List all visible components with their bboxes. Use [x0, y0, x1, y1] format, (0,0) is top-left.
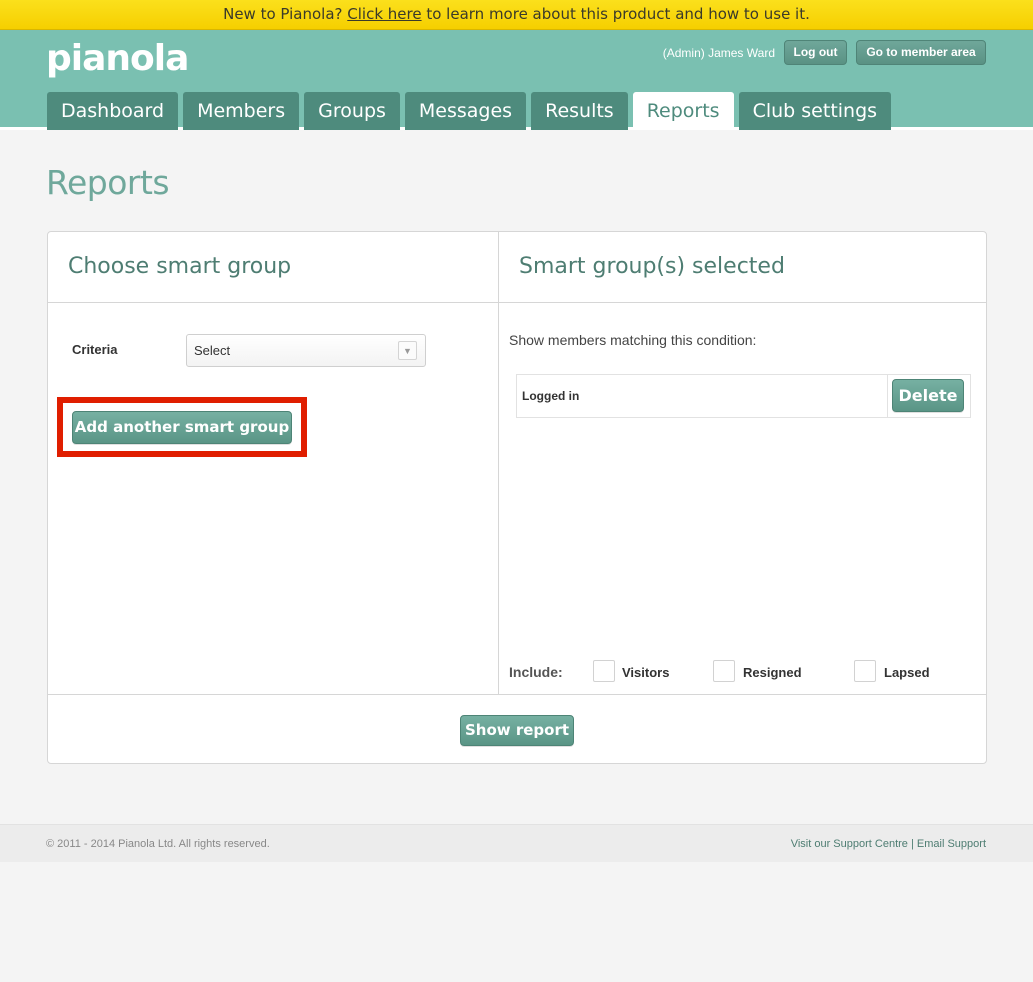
site-footer: © 2011 - 2014 Pianola Ltd. All rights re… [0, 824, 1033, 862]
condition-name: Logged in [522, 389, 580, 403]
tab-club-settings[interactable]: Club settings [738, 92, 892, 130]
condition-row: Logged in Delete [516, 374, 971, 418]
report-builder-panel: Choose smart group Criteria Select ▼ Add… [47, 231, 987, 764]
criteria-select[interactable]: Select ▼ [186, 334, 426, 367]
promo-link[interactable]: Click here [347, 5, 421, 23]
tab-results[interactable]: Results [531, 92, 628, 130]
footer-links: Visit our Support Centre | Email Support [791, 838, 986, 850]
include-options: Include: Visitors Resigned Lapsed [509, 660, 979, 684]
support-centre-link[interactable]: Visit our Support Centre [791, 838, 908, 850]
delete-condition-button[interactable]: Delete [892, 379, 964, 412]
show-report-button[interactable]: Show report [460, 715, 574, 746]
criteria-label: Criteria [72, 342, 118, 357]
promo-banner: New to Pianola? Click here to learn more… [0, 0, 1033, 30]
email-support-link[interactable]: Email Support [917, 838, 986, 850]
visitors-checkbox[interactable] [593, 660, 615, 682]
visitors-label: Visitors [622, 665, 670, 680]
main-nav-tabs: Dashboard Members Groups Messages Result… [47, 92, 896, 130]
tab-groups[interactable]: Groups [304, 92, 400, 130]
lapsed-checkbox[interactable] [854, 660, 876, 682]
logout-button[interactable]: Log out [784, 40, 847, 65]
choose-smart-group-column: Choose smart group Criteria Select ▼ Add… [48, 232, 499, 694]
criteria-select-value: Select [194, 343, 231, 358]
admin-user-name: (Admin) James Ward [662, 46, 775, 60]
add-smart-group-button[interactable]: Add another smart group [72, 411, 292, 444]
condition-instruction: Show members matching this condition: [509, 332, 757, 348]
chevron-down-icon: ▼ [398, 341, 417, 360]
resigned-checkbox[interactable] [713, 660, 735, 682]
cell-divider [887, 375, 888, 417]
tab-members[interactable]: Members [183, 92, 300, 130]
footer-separator: | [910, 838, 914, 850]
pianola-logo[interactable]: pianola [46, 38, 189, 79]
smart-groups-selected-column: Smart group(s) selected Show members mat… [499, 232, 986, 694]
smart-groups-selected-heading: Smart group(s) selected [499, 232, 986, 303]
copyright-text: © 2011 - 2014 Pianola Ltd. All rights re… [46, 838, 270, 850]
promo-text-suffix: to learn more about this product and how… [421, 5, 810, 23]
site-header: pianola (Admin) James Ward Log out Go to… [0, 30, 1033, 130]
include-label: Include: [509, 664, 563, 680]
panel-footer: Show report [48, 694, 986, 764]
tab-reports[interactable]: Reports [632, 92, 734, 130]
member-area-button[interactable]: Go to member area [856, 40, 986, 65]
promo-text-prefix: New to Pianola? [223, 5, 348, 23]
page-title: Reports [46, 163, 170, 202]
choose-smart-group-heading: Choose smart group [48, 232, 498, 303]
tab-dashboard[interactable]: Dashboard [47, 92, 179, 130]
tab-messages[interactable]: Messages [404, 92, 527, 130]
highlight-box: Add another smart group [57, 397, 307, 457]
lapsed-label: Lapsed [884, 665, 930, 680]
resigned-label: Resigned [743, 665, 802, 680]
